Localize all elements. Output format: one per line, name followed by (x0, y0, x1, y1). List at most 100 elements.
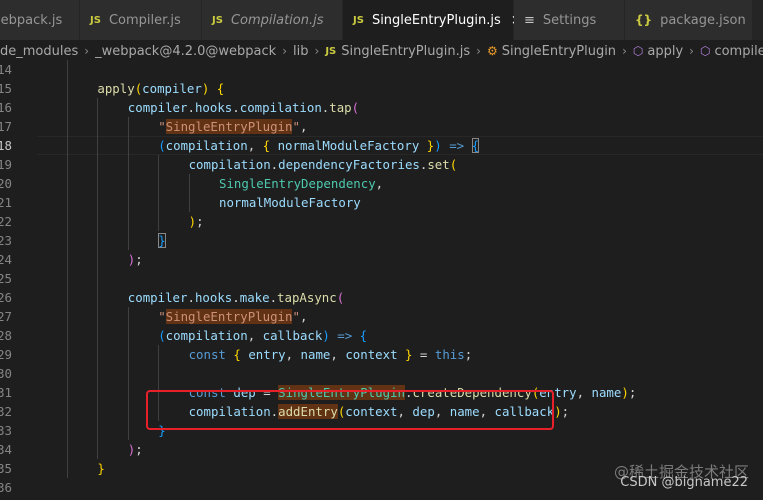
code-token: ; (561, 404, 570, 419)
code-line[interactable]: compilation.addEntry(context, dep, name,… (189, 402, 570, 421)
indent-guide (97, 117, 99, 136)
line-number: 33 (0, 423, 12, 438)
code-token: " (292, 309, 300, 324)
code-token: . (270, 404, 279, 419)
chevron-right-icon: › (282, 44, 288, 58)
indent-guide (127, 174, 129, 193)
code-line[interactable]: } (97, 459, 104, 478)
code-line[interactable]: } (158, 421, 165, 440)
breadcrumb-item[interactable]: de_modules (0, 44, 78, 59)
tab-compilation-js[interactable]: JS Compilation.js (202, 0, 343, 40)
code-area[interactable]: apply(compiler) {compiler.hooks.compilat… (37, 60, 763, 500)
indent-guide (67, 212, 68, 231)
line-number: 32 (0, 404, 12, 419)
code-line[interactable]: compiler.hooks.compilation.tap( (128, 98, 359, 117)
indent-guide (127, 326, 129, 345)
code-line[interactable]: "SingleEntryPlugin", (158, 307, 307, 326)
indent-guide (97, 288, 99, 307)
indent-guide (158, 402, 160, 421)
code-token: ; (628, 385, 637, 400)
breadcrumb-item[interactable]: lib (293, 44, 308, 59)
tab-settings[interactable]: ≡ Settings (514, 0, 625, 40)
code-token: createDependency (412, 385, 532, 400)
code-line[interactable]: const dep = SingleEntryPlugin.createDepe… (188, 383, 637, 402)
breadcrumb-item[interactable]: ⚙ SingleEntryPlugin (487, 44, 616, 59)
code-line[interactable]: } (158, 231, 166, 250)
indent-guide (97, 421, 99, 440)
json-file-icon: {} (635, 13, 653, 27)
breadcrumb-item[interactable]: ⬡compiler.hooks.compilation.tap() callba… (700, 44, 763, 59)
indent-guide (67, 155, 68, 174)
code-token: compilation (239, 100, 322, 115)
code-line[interactable]: (compilation, { normalModuleFactory }) =… (158, 136, 480, 155)
breadcrumb-item[interactable]: JS SingleEntryPlugin.js (325, 44, 470, 59)
code-line[interactable]: compilation.dependencyFactories.set( (189, 155, 458, 174)
breadcrumb-label: _webpack@4.2.0@webpack (95, 43, 277, 59)
chevron-right-icon: › (622, 44, 627, 58)
code-token: set (427, 157, 450, 172)
tab-compiler-js[interactable]: JS Compiler.js (80, 0, 202, 40)
code-token: ) (434, 138, 442, 153)
line-number: 27 (0, 309, 12, 324)
tab-label: Compiler.js (108, 12, 181, 28)
indent-guide (67, 174, 68, 193)
code-token: { (262, 138, 271, 153)
code-line[interactable]: const { entry, name, context } = this; (189, 345, 473, 364)
line-number: 24 (0, 252, 12, 267)
code-line[interactable]: (compilation, callback) => { (158, 326, 367, 345)
indent-guide (97, 250, 99, 269)
chevron-right-icon: › (689, 44, 694, 58)
indent-guide (97, 174, 99, 193)
breadcrumb-label: apply (647, 43, 684, 59)
tab-package-json[interactable]: {} package.json (625, 0, 753, 40)
line-number: 14 (0, 62, 12, 77)
indent-guide (97, 155, 99, 174)
breadcrumb-label: lib (293, 43, 309, 59)
code-token: tap (329, 100, 352, 115)
code-token: this (434, 347, 465, 362)
indent-guide (67, 250, 68, 269)
indent-guide (158, 174, 160, 193)
code-line[interactable]: ); (128, 440, 143, 459)
code-token: { (359, 328, 368, 343)
code-token: ; (196, 214, 204, 229)
code-line[interactable]: ); (189, 212, 204, 231)
code-token: { (216, 81, 225, 96)
breadcrumb: de_modules › _webpack@4.2.0@webpack › lib › JS… (0, 40, 763, 62)
code-token: , (285, 347, 301, 362)
tab-singleentryplugin-js[interactable]: JSSingleEntryPlugin.js× (343, 0, 522, 40)
code-line[interactable]: apply(compiler) { (97, 79, 224, 98)
code-editor[interactable]: 14 15 16 17 18 19 20 21 22 23 24 25 26 27 28 29 30 31 32 33… (0, 60, 763, 500)
indent-guide (127, 117, 129, 136)
code-token: => (337, 328, 353, 343)
line-number: 35 (0, 461, 12, 476)
code-token: ( (449, 157, 458, 172)
code-token: entry (539, 385, 577, 400)
code-token: normalModuleFactory (219, 195, 361, 210)
code-token: , (247, 138, 263, 153)
settings-icon: ≡ (524, 12, 535, 28)
code-token: " (158, 119, 166, 134)
code-token: hooks (194, 290, 233, 305)
code-line[interactable]: "SingleEntryPlugin", (158, 117, 307, 136)
code-line[interactable]: compiler.hooks.make.tapAsync( (128, 288, 344, 307)
code-line[interactable]: normalModuleFactory (219, 193, 361, 212)
indent-guide (67, 117, 68, 136)
code-line[interactable]: ); (128, 250, 143, 269)
code-token: , (330, 347, 346, 362)
chevron-right-icon: › (476, 44, 481, 58)
code-token: callback (262, 328, 323, 343)
indent-guide (97, 345, 99, 364)
code-token: ) (554, 404, 562, 419)
breadcrumb-item[interactable]: ⬡ apply (633, 44, 683, 59)
code-token: const (188, 385, 226, 400)
tab-webpack-js[interactable]: webpack.js (0, 0, 80, 40)
tab-label: SingleEntryPlugin.js (371, 12, 501, 28)
code-line[interactable]: SingleEntryDependency, (219, 174, 383, 193)
breadcrumb-item[interactable]: _webpack@4.2.0@webpack (95, 44, 276, 59)
indent-guide (67, 440, 68, 459)
